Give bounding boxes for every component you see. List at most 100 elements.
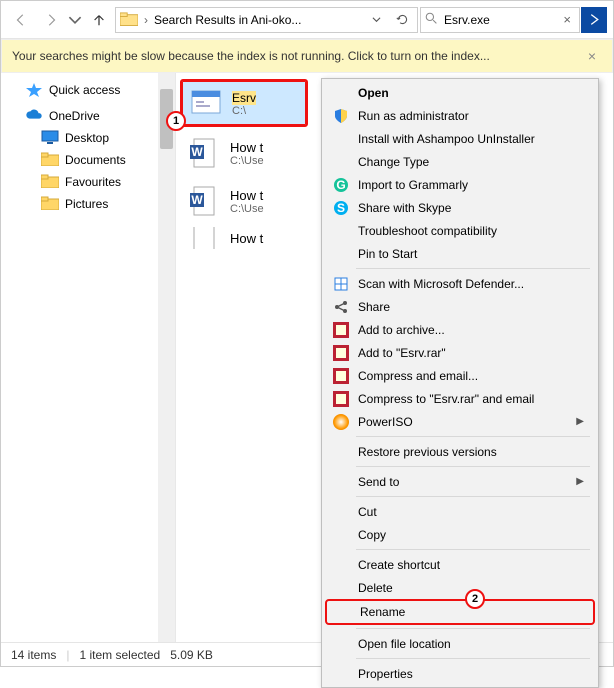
context-menu-separator bbox=[356, 628, 590, 629]
context-menu-item[interactable]: Run as administrator bbox=[322, 104, 598, 127]
svg-text:W: W bbox=[191, 193, 203, 207]
rar-icon bbox=[332, 390, 350, 408]
context-menu-item[interactable]: Change Type bbox=[322, 150, 598, 173]
context-menu-item[interactable]: Restore previous versions bbox=[322, 440, 598, 463]
context-menu-item[interactable]: S Share with Skype bbox=[322, 196, 598, 219]
sidebar-quick-access[interactable]: Quick access bbox=[1, 79, 175, 101]
blank-icon bbox=[332, 130, 350, 148]
status-count: 14 items bbox=[11, 648, 56, 662]
sidebar-item-label: OneDrive bbox=[49, 109, 100, 123]
context-menu-label: Properties bbox=[358, 667, 584, 681]
search-icon bbox=[425, 12, 438, 28]
blank-icon bbox=[332, 473, 350, 491]
forward-button[interactable] bbox=[37, 6, 65, 34]
rar-icon bbox=[332, 367, 350, 385]
blank-icon bbox=[332, 579, 350, 597]
blank-icon bbox=[332, 153, 350, 171]
context-menu-item[interactable]: Pin to Start bbox=[322, 242, 598, 265]
context-menu-item[interactable]: Rename2 bbox=[325, 599, 595, 625]
context-menu-label: Create shortcut bbox=[358, 558, 584, 572]
context-menu-separator bbox=[356, 268, 590, 269]
search-go-button[interactable] bbox=[581, 7, 607, 33]
context-menu-separator bbox=[356, 658, 590, 659]
callout-1: 1 bbox=[166, 111, 186, 131]
blank-icon bbox=[332, 665, 350, 683]
refresh-button[interactable] bbox=[391, 13, 413, 26]
context-menu-item[interactable]: G Import to Grammarly bbox=[322, 173, 598, 196]
context-menu-label: Share with Skype bbox=[358, 201, 584, 215]
context-menu-item[interactable]: Scan with Microsoft Defender... bbox=[322, 272, 598, 295]
blank-icon bbox=[332, 443, 350, 461]
toolbar: › Search Results in Ani-oko... Esrv.exe … bbox=[1, 1, 613, 39]
search-clear[interactable]: × bbox=[559, 12, 575, 27]
context-menu-separator bbox=[356, 496, 590, 497]
sidebar-item-favourites[interactable]: Favourites bbox=[1, 171, 175, 193]
context-menu-item[interactable]: Troubleshoot compatibility bbox=[322, 219, 598, 242]
sidebar-item-label: Favourites bbox=[65, 175, 121, 189]
index-notice[interactable]: Your searches might be slow because the … bbox=[1, 39, 613, 73]
address-dropdown[interactable] bbox=[365, 15, 387, 24]
result-path: C:\Use bbox=[230, 155, 264, 167]
back-button[interactable] bbox=[7, 6, 35, 34]
docx-icon: W bbox=[186, 135, 222, 171]
search-box[interactable]: Esrv.exe × bbox=[420, 7, 580, 33]
context-menu-item[interactable]: PowerISO▶ bbox=[322, 410, 598, 433]
context-menu-item[interactable]: Cut bbox=[322, 500, 598, 523]
sidebar-item-desktop[interactable]: Desktop bbox=[1, 127, 175, 149]
result-item-selected[interactable]: Esrv C:\ bbox=[180, 79, 308, 127]
context-menu-label: Add to archive... bbox=[358, 323, 584, 337]
context-menu-label: Import to Grammarly bbox=[358, 178, 584, 192]
sidebar-onedrive[interactable]: OneDrive bbox=[1, 105, 175, 127]
context-menu-item[interactable]: Compress to "Esrv.rar" and email bbox=[322, 387, 598, 410]
result-name: Esrv bbox=[232, 90, 256, 105]
result-path: C:\Use bbox=[230, 203, 264, 215]
context-menu-separator bbox=[356, 466, 590, 467]
context-menu: OpenRun as administratorInstall with Ash… bbox=[321, 78, 599, 688]
context-menu-item[interactable]: Copy bbox=[322, 523, 598, 546]
sidebar-scrollbar[interactable] bbox=[158, 73, 175, 664]
context-menu-item[interactable]: Delete bbox=[322, 576, 598, 599]
address-bar[interactable]: › Search Results in Ani-oko... bbox=[115, 7, 418, 33]
context-menu-item[interactable]: Send to▶ bbox=[322, 470, 598, 493]
context-menu-label: Open file location bbox=[358, 637, 584, 651]
rar-icon bbox=[332, 344, 350, 362]
folder-icon bbox=[41, 196, 59, 212]
result-name: How t bbox=[230, 231, 263, 246]
recent-dropdown[interactable] bbox=[67, 6, 83, 34]
skype-icon: S bbox=[332, 199, 350, 217]
context-menu-label: Share bbox=[358, 300, 584, 314]
context-menu-item[interactable]: Create shortcut bbox=[322, 553, 598, 576]
context-menu-item[interactable]: Compress and email... bbox=[322, 364, 598, 387]
submenu-arrow-icon: ▶ bbox=[576, 416, 584, 427]
context-menu-item[interactable]: Add to "Esrv.rar" bbox=[322, 341, 598, 364]
up-button[interactable] bbox=[85, 6, 113, 34]
blank-icon bbox=[332, 245, 350, 263]
sidebar-item-label: Documents bbox=[65, 153, 126, 167]
blank-icon bbox=[334, 603, 352, 621]
sidebar-item-label: Quick access bbox=[49, 83, 120, 97]
sidebar-item-documents[interactable]: Documents bbox=[1, 149, 175, 171]
breadcrumb-chevron: › bbox=[142, 13, 150, 27]
svg-text:W: W bbox=[191, 145, 203, 159]
context-menu-item[interactable]: Install with Ashampoo UnInstaller bbox=[322, 127, 598, 150]
sidebar-item-pictures[interactable]: Pictures bbox=[1, 193, 175, 215]
star-icon bbox=[25, 82, 43, 98]
status-size: 5.09 KB bbox=[170, 648, 213, 662]
blank-icon bbox=[332, 526, 350, 544]
notice-close[interactable]: × bbox=[582, 48, 602, 64]
context-menu-item[interactable]: Open bbox=[322, 81, 598, 104]
shield-icon bbox=[332, 107, 350, 125]
context-menu-item[interactable]: Open file location bbox=[322, 632, 598, 655]
svg-text:G: G bbox=[336, 178, 345, 192]
doc-icon bbox=[186, 227, 222, 249]
poweriso-icon bbox=[332, 413, 350, 431]
result-name: How t bbox=[230, 140, 264, 155]
grammarly-icon: G bbox=[332, 176, 350, 194]
context-menu-separator bbox=[356, 436, 590, 437]
context-menu-item[interactable]: Share bbox=[322, 295, 598, 318]
monitor-icon bbox=[41, 130, 59, 146]
context-menu-item[interactable]: Add to archive... bbox=[322, 318, 598, 341]
context-menu-item[interactable]: Properties bbox=[322, 662, 598, 685]
exe-icon bbox=[188, 85, 224, 121]
context-menu-label: Add to "Esrv.rar" bbox=[358, 346, 584, 360]
